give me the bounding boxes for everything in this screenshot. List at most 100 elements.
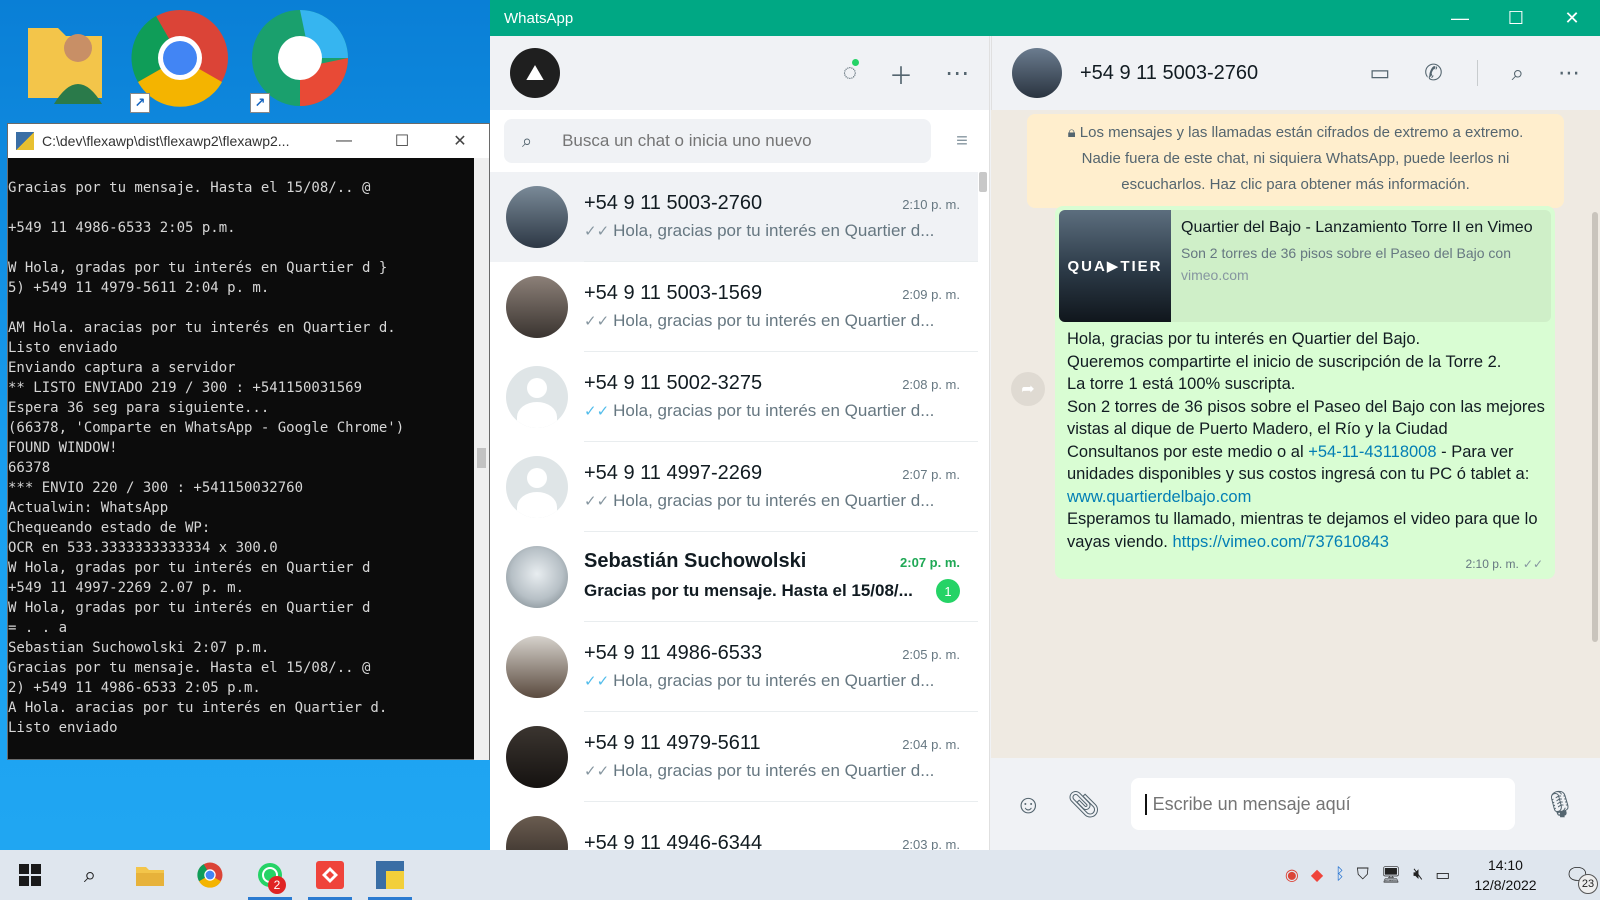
forward-icon[interactable]: ➦ [1011, 372, 1045, 406]
security-icon[interactable]: ⛉ [1357, 866, 1369, 884]
chat-item[interactable]: +54 9 11 4997-2269 2:07 p. m. ✓✓ Hola, gra… [490, 442, 978, 532]
message-line: Queremos compartirte el inicio de suscri… [1067, 352, 1502, 371]
whatsapp-window: WhatsApp — ☐ ✕ ⛰ ◌ ＋ ⋯ ⌕ ≡ +54 9 11 500 [490, 0, 1600, 850]
close-button[interactable]: ✕ [431, 131, 489, 151]
search-input[interactable] [562, 131, 903, 151]
contact-name[interactable]: +54 9 11 5003-2760 [1080, 62, 1335, 85]
double-check-blue-icon: ✓✓ [584, 403, 610, 420]
message-time: 2:10 p. m. [1465, 557, 1519, 571]
message-line: Esperamos tu llamado, mientras te dejamo… [1067, 508, 1545, 553]
console-titlebar[interactable]: C:\dev\flexawp\dist\flexawp2\flexawp2...… [8, 124, 489, 158]
battery-icon[interactable]: ▭ [1435, 865, 1450, 885]
chat-item[interactable]: +54 9 11 4946-6344 2:03 p. m. [490, 802, 978, 850]
maximize-button[interactable]: ☐ [1488, 8, 1544, 29]
chat-item[interactable]: +54 9 11 4979-5611 2:04 p. m. ✓✓ Hola, gra… [490, 712, 978, 802]
anydesk-tray-icon[interactable]: ◆ [1311, 865, 1323, 885]
my-profile-avatar[interactable]: ⛰ [510, 48, 560, 98]
chrome-desktop-icon[interactable]: ↗ [130, 8, 235, 113]
message-input[interactable] [1144, 793, 1505, 815]
new-chat-icon[interactable]: ＋ [889, 56, 913, 91]
chat-item[interactable]: Sebastián Suchowolski 2:07 p. m. Gracias … [490, 532, 978, 622]
attach-icon[interactable]: 📎︎ [1068, 789, 1101, 820]
chat-item[interactable]: +54 9 11 4986-6533 2:05 p. m. ✓✓ Hola, gra… [490, 622, 978, 712]
chat-name: Sebastián Suchowolski [584, 550, 807, 572]
chrome-tray-icon[interactable]: ◉ [1285, 865, 1299, 885]
chat-item[interactable]: +54 9 11 5002-3275 2:08 p. m. ✓✓ Hola, gra… [490, 352, 978, 442]
chat-name: +54 9 11 4997-2269 [584, 462, 763, 484]
python-console-icon[interactable] [360, 850, 420, 900]
link-preview-title: Quartier del Bajo - Lanzamiento Torre II… [1181, 219, 1533, 236]
chat-list-scrollbar[interactable] [979, 172, 987, 192]
emoji-icon[interactable]: ☺ [1015, 789, 1042, 820]
chat-preview: Hola, gracias por tu interés en Quartier… [613, 311, 935, 330]
phone-link[interactable]: +54-11-43118008 [1308, 443, 1436, 461]
status-icon[interactable]: ◌ [843, 59, 860, 87]
video-link[interactable]: https://vimeo.com/737610843 [1172, 533, 1388, 551]
chat-preview: Hola, gracias por tu interés en Quartier… [613, 491, 935, 510]
filter-icon[interactable]: ≡ [947, 130, 977, 153]
lock-icon: 🔒︎ [1067, 124, 1080, 141]
contact-avatar [506, 186, 568, 248]
link-preview-domain: vimeo.com [1181, 267, 1249, 283]
outgoing-message[interactable]: QUA▶TIER Quartier del Bajo - Lanzamiento… [1055, 206, 1555, 579]
chat-name: +54 9 11 5003-2760 [584, 192, 763, 214]
microphone-icon[interactable]: 🎙︎ [1543, 789, 1576, 820]
chat-preview: Hola, gracias por tu interés en Quartier… [613, 221, 935, 240]
conversation-header[interactable]: +54 9 11 5003-2760 ▭ ✆ ⌕ ⋯ [991, 36, 1600, 110]
volume-muted-icon[interactable]: 🔇︎ [1413, 866, 1423, 884]
console-window[interactable]: C:\dev\flexawp\dist\flexawp2\flexawp2...… [7, 123, 490, 760]
video-call-icon[interactable]: ▭ [1369, 60, 1390, 86]
contact-avatar [506, 816, 568, 850]
profile-header: ⛰ ◌ ＋ ⋯ [490, 36, 989, 110]
encryption-notice[interactable]: 🔒︎ Los mensajes y las llamadas están cif… [1027, 114, 1564, 208]
double-check-icon: ✓✓ [584, 223, 610, 240]
chrome-icon[interactable] [180, 850, 240, 900]
chat-preview: Gracias por tu mensaje. Hasta el 15/08/.… [584, 581, 913, 600]
edge-desktop-icon[interactable]: ↗ [250, 8, 355, 113]
whatsapp-titlebar[interactable]: WhatsApp — ☐ ✕ [490, 0, 1600, 36]
chat-list-pane: ⛰ ◌ ＋ ⋯ ⌕ ≡ +54 9 11 5003-2760 2:10 p. m.… [490, 36, 990, 850]
conversation-pane: +54 9 11 5003-2760 ▭ ✆ ⌕ ⋯ 🔒︎ Los mensaj… [991, 36, 1600, 850]
bluetooth-icon[interactable]: ᛒ [1335, 866, 1345, 884]
notifications-icon[interactable]: 🗨︎ 23 [1565, 863, 1598, 894]
start-button[interactable] [0, 850, 60, 900]
anydesk-icon[interactable] [300, 850, 360, 900]
clock[interactable]: 14:10 12/8/2022 [1474, 855, 1536, 895]
encryption-text: Los mensajes y las llamadas están cifrad… [1079, 124, 1524, 193]
console-scrollbar[interactable] [474, 158, 489, 760]
message-box[interactable] [1130, 778, 1515, 830]
video-thumbnail[interactable]: QUA▶TIER [1059, 210, 1171, 322]
network-icon[interactable]: 🖥︎ [1381, 865, 1401, 885]
link-preview-description: Son 2 torres de 36 pisos sobre el Paseo … [1181, 245, 1511, 261]
search-box[interactable]: ⌕ [504, 119, 931, 163]
search-icon[interactable]: ⌕ [1512, 60, 1524, 86]
voice-call-icon[interactable]: ✆ [1424, 60, 1442, 86]
maximize-button[interactable]: ☐ [373, 131, 431, 151]
python-app-icon [16, 132, 34, 150]
minimize-button[interactable]: — [315, 132, 373, 150]
desktop: ↗ ↗ C:\dev\flexawp\dist\flexawp2\flexawp… [0, 0, 490, 850]
whatsapp-taskbar-icon[interactable]: 2 [240, 850, 300, 900]
chat-item[interactable]: +54 9 11 5003-2760 2:10 p. m. ✓✓ Hola, gra… [490, 172, 978, 262]
shortcut-arrow-icon: ↗ [250, 93, 270, 113]
message-line: La torre 1 está 100% suscripta. [1067, 375, 1296, 393]
default-avatar-icon [506, 456, 568, 518]
link-preview[interactable]: QUA▶TIER Quartier del Bajo - Lanzamiento… [1059, 210, 1551, 322]
contact-avatar[interactable] [1012, 48, 1062, 98]
conversation-scrollbar[interactable] [1592, 212, 1598, 642]
website-link[interactable]: www.quartierdelbajo.com [1067, 488, 1251, 506]
chat-list: +54 9 11 5003-2760 2:10 p. m. ✓✓ Hola, gra… [490, 172, 978, 850]
message-composer: ☺ 📎︎ 🎙︎ [991, 758, 1600, 850]
minimize-button[interactable]: — [1432, 8, 1488, 29]
menu-icon[interactable]: ⋯ [1558, 60, 1580, 86]
message-segment: Consultanos por este medio o al [1067, 442, 1309, 461]
file-explorer-icon[interactable] [120, 850, 180, 900]
chat-time: 2:08 p. m. [902, 377, 960, 392]
notification-count: 23 [1578, 873, 1598, 894]
chat-item[interactable]: +54 9 11 5003-1569 2:09 p. m. ✓✓ Hola, gra… [490, 262, 978, 352]
message-line: Consultanos por este medio o al +54-11-4… [1067, 441, 1545, 509]
search-icon[interactable]: ⌕ [60, 850, 120, 900]
close-button[interactable]: ✕ [1544, 8, 1600, 29]
user-folder-desktop-icon[interactable] [20, 8, 125, 113]
menu-icon[interactable]: ⋯ [945, 59, 969, 88]
